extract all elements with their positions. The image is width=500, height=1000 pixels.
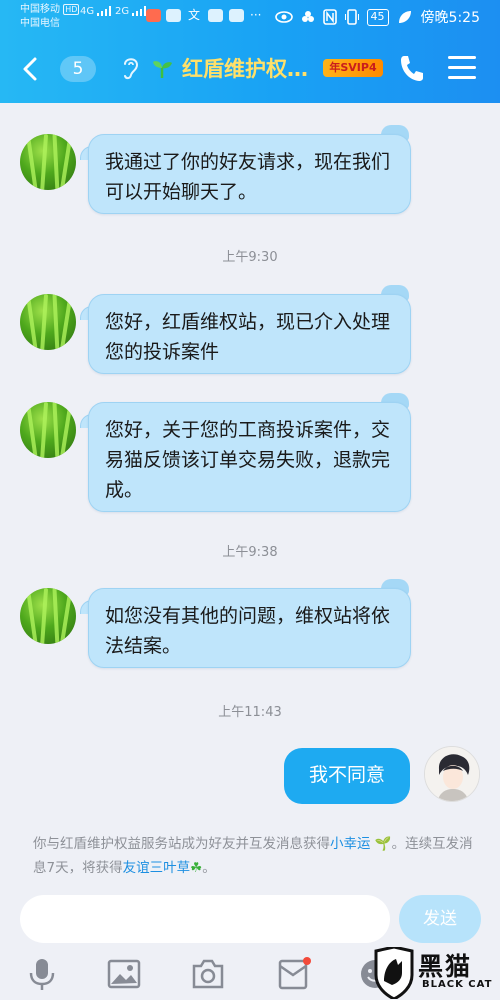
- my-message-bubble[interactable]: 我不同意: [284, 748, 410, 804]
- notice-text: 你与红盾维护权益服务站成为好友并互发消息获得: [33, 836, 330, 852]
- phone-icon[interactable]: [398, 53, 424, 83]
- hd-badge: HD: [63, 4, 80, 15]
- notice-text: 。: [202, 860, 216, 876]
- carrier-1-label: 中国移动: [20, 4, 60, 15]
- ear-icon[interactable]: [120, 54, 142, 82]
- network-2-label: 2G: [115, 6, 130, 17]
- back-chevron-icon: [23, 57, 37, 81]
- signal-1-icon: [97, 6, 112, 16]
- vibrate-icon: [344, 9, 359, 25]
- network-1-label: 4G: [80, 6, 95, 17]
- back-button[interactable]: 5: [18, 54, 96, 84]
- my-avatar[interactable]: [424, 746, 480, 802]
- chat-header: 5 红盾维护权… 年SVIP4: [0, 36, 500, 103]
- zhihu-icon: [208, 9, 223, 22]
- top-bar: 中国移动 HD 中国电信 4G 2G 文 ··· 45 傍晚5:25 5 红盾维…: [0, 0, 500, 103]
- more-dots-icon: ···: [250, 8, 262, 22]
- carrier-1: 中国移动 HD: [20, 4, 80, 16]
- status-right-group: 45 傍晚5:25: [274, 7, 480, 27]
- microphone-icon[interactable]: [24, 957, 60, 991]
- contact-avatar[interactable]: [20, 294, 76, 350]
- eye-icon: [274, 11, 293, 23]
- sprout-small-icon: 🌱: [374, 836, 392, 852]
- music-icon: [229, 9, 244, 22]
- leaf-icon: [398, 11, 411, 23]
- video-app-icon: [146, 9, 161, 22]
- clover-icon: [301, 11, 314, 22]
- message-bubble[interactable]: 我通过了你的好友请求，现在我们可以开始聊天了。: [88, 134, 411, 214]
- user-portrait-icon: [425, 747, 479, 801]
- friendship-notice: 你与红盾维护权益服务站成为好友并互发消息获得小幸运 🌱。连续互发消息7天，将获得…: [33, 832, 473, 880]
- send-button[interactable]: 发送: [399, 895, 481, 943]
- status-bar: 中国移动 HD 中国电信 4G 2G 文 ··· 45 傍晚5:25: [0, 0, 500, 36]
- message-bubble[interactable]: 如您没有其他的问题，维权站将依法结案。: [88, 588, 411, 668]
- clover-small-icon: ☘: [190, 860, 203, 876]
- timestamp: 上午9:38: [222, 545, 278, 560]
- message-bubble[interactable]: 您好，关于您的工商投诉案件，交易猫反馈该订单交易失败，退款完成。: [88, 402, 411, 512]
- network-1-indicator: 4G: [80, 6, 113, 17]
- clover-link[interactable]: 友谊三叶草: [123, 860, 191, 876]
- contact-avatar[interactable]: [20, 588, 76, 644]
- battery-level: 45: [366, 8, 389, 26]
- contact-avatar[interactable]: [20, 402, 76, 458]
- translate-icon: 文: [188, 8, 201, 22]
- contact-avatar[interactable]: [20, 134, 76, 190]
- timestamp: 上午11:43: [218, 705, 282, 720]
- watermark-subtitle: BLACK CAT: [422, 979, 493, 990]
- wechat-icon: [166, 9, 181, 22]
- message-bubble[interactable]: 您好，红盾维权站，现已介入处理您的投诉案件: [88, 294, 411, 374]
- carrier-2: 中国电信: [20, 18, 60, 29]
- vip-badge[interactable]: 年SVIP4: [323, 59, 383, 77]
- chat-title[interactable]: 红盾维护权…: [182, 53, 308, 83]
- nfc-icon: [322, 9, 337, 25]
- camera-icon[interactable]: [190, 957, 226, 991]
- image-icon[interactable]: [106, 957, 142, 991]
- network-2-indicator: 2G: [115, 6, 148, 17]
- watermark-title: 黑猫: [418, 952, 473, 981]
- black-cat-watermark: 黑猫 BLACK CAT: [372, 945, 500, 1000]
- timestamp: 上午9:30: [222, 250, 278, 265]
- status-time: 傍晚5:25: [420, 10, 480, 26]
- black-cat-logo-icon: [374, 947, 414, 999]
- unread-count-badge: 5: [60, 56, 96, 82]
- menu-icon[interactable]: [448, 56, 476, 80]
- message-input[interactable]: [20, 895, 390, 943]
- sprout-icon: [153, 61, 172, 78]
- red-packet-icon[interactable]: [275, 957, 311, 991]
- lucky-link[interactable]: 小幸运: [330, 836, 371, 852]
